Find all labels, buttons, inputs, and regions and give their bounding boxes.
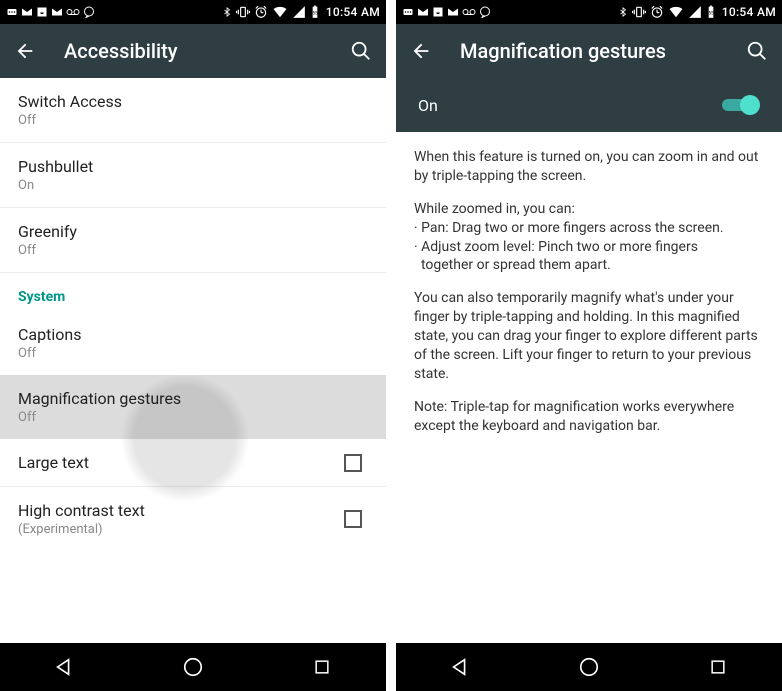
item-label: Switch Access [18, 92, 368, 111]
battery-icon: 55 [706, 5, 716, 19]
nav-home-button[interactable] [559, 643, 619, 691]
wifi-icon [668, 5, 684, 19]
search-button[interactable] [740, 40, 768, 62]
item-status: Off [18, 346, 368, 361]
vibrate-icon [632, 5, 646, 19]
nav-home-button[interactable] [163, 643, 223, 691]
inbox-icon [36, 6, 48, 18]
item-large-text[interactable]: Large text [0, 439, 386, 487]
desc-paragraph: Note: Triple-tap for magnification works… [414, 398, 764, 436]
status-time: 10:54 AM [722, 5, 776, 19]
item-switch-access[interactable]: Switch Access Off [0, 78, 386, 143]
item-pushbullet[interactable]: Pushbullet On [0, 143, 386, 208]
chat-icon [479, 6, 491, 18]
search-button[interactable] [344, 40, 372, 62]
item-label: High contrast text [18, 501, 344, 520]
toolbar: Magnification gestures [396, 24, 782, 78]
nav-recent-button[interactable] [292, 643, 352, 691]
status-bar: 55 10:54 AM [0, 0, 386, 24]
item-sub: (Experimental) [18, 522, 344, 537]
item-magnification-gestures[interactable]: Magnification gestures Off [0, 375, 386, 439]
item-label: Pushbullet [18, 157, 368, 176]
desc-paragraph: You can also temporarily magnify what's … [414, 289, 764, 383]
mail-icon-2 [447, 6, 459, 18]
desc-paragraph: While zoomed in, you can: · Pan: Drag tw… [414, 200, 764, 276]
mail-icon [21, 6, 33, 18]
checkbox-large-text[interactable] [344, 454, 362, 472]
item-label: Captions [18, 325, 368, 344]
item-status: On [18, 178, 368, 193]
voicemail-icon [66, 6, 80, 18]
phone-right: 55 10:54 AM Magnification gestures On Wh… [396, 0, 782, 691]
nav-bar [396, 643, 782, 691]
signal-icon [292, 5, 306, 19]
item-label: Greenify [18, 222, 368, 241]
item-label: Large text [18, 453, 344, 472]
chat-icon [83, 6, 95, 18]
item-high-contrast-text[interactable]: High contrast text (Experimental) [0, 487, 386, 551]
nav-bar [0, 643, 386, 691]
back-button[interactable] [14, 40, 42, 62]
checkbox-high-contrast[interactable] [344, 510, 362, 528]
mail-icon-2 [51, 6, 63, 18]
switch-label: On [418, 96, 722, 115]
item-greenify[interactable]: Greenify Off [0, 208, 386, 273]
settings-list: Switch Access Off Pushbullet On Greenify… [0, 78, 386, 643]
nav-recent-button[interactable] [688, 643, 748, 691]
voicemail-icon [462, 6, 476, 18]
toolbar: Accessibility [0, 24, 386, 78]
svg-text:55: 55 [708, 10, 714, 16]
status-bar: 55 10:54 AM [396, 0, 782, 24]
description-area: When this feature is turned on, you can … [396, 132, 782, 643]
master-switch-row[interactable]: On [396, 78, 782, 132]
page-title: Accessibility [64, 39, 344, 63]
wifi-icon [272, 5, 288, 19]
vibrate-icon [236, 5, 250, 19]
notif-icon [6, 6, 18, 18]
battery-icon: 55 [310, 5, 320, 19]
phone-left: 55 10:54 AM Accessibility Switch Access … [0, 0, 386, 691]
item-captions[interactable]: Captions Off [0, 311, 386, 375]
item-label: Magnification gestures [18, 389, 368, 408]
item-status: Off [18, 113, 368, 128]
section-header-system: System [0, 273, 386, 311]
nav-back-button[interactable] [430, 643, 490, 691]
status-time: 10:54 AM [326, 5, 380, 19]
master-switch[interactable] [722, 95, 760, 115]
alarm-icon [254, 5, 268, 19]
notif-icon [402, 6, 414, 18]
bluetooth-icon [222, 5, 232, 19]
nav-back-button[interactable] [34, 643, 94, 691]
back-button[interactable] [410, 40, 438, 62]
inbox-icon [432, 6, 444, 18]
alarm-icon [650, 5, 664, 19]
mail-icon [417, 6, 429, 18]
desc-paragraph: When this feature is turned on, you can … [414, 148, 764, 186]
item-status: Off [18, 410, 368, 425]
svg-text:55: 55 [312, 10, 318, 16]
signal-icon [688, 5, 702, 19]
item-status: Off [18, 243, 368, 258]
page-title: Magnification gestures [460, 39, 740, 63]
bluetooth-icon [618, 5, 628, 19]
